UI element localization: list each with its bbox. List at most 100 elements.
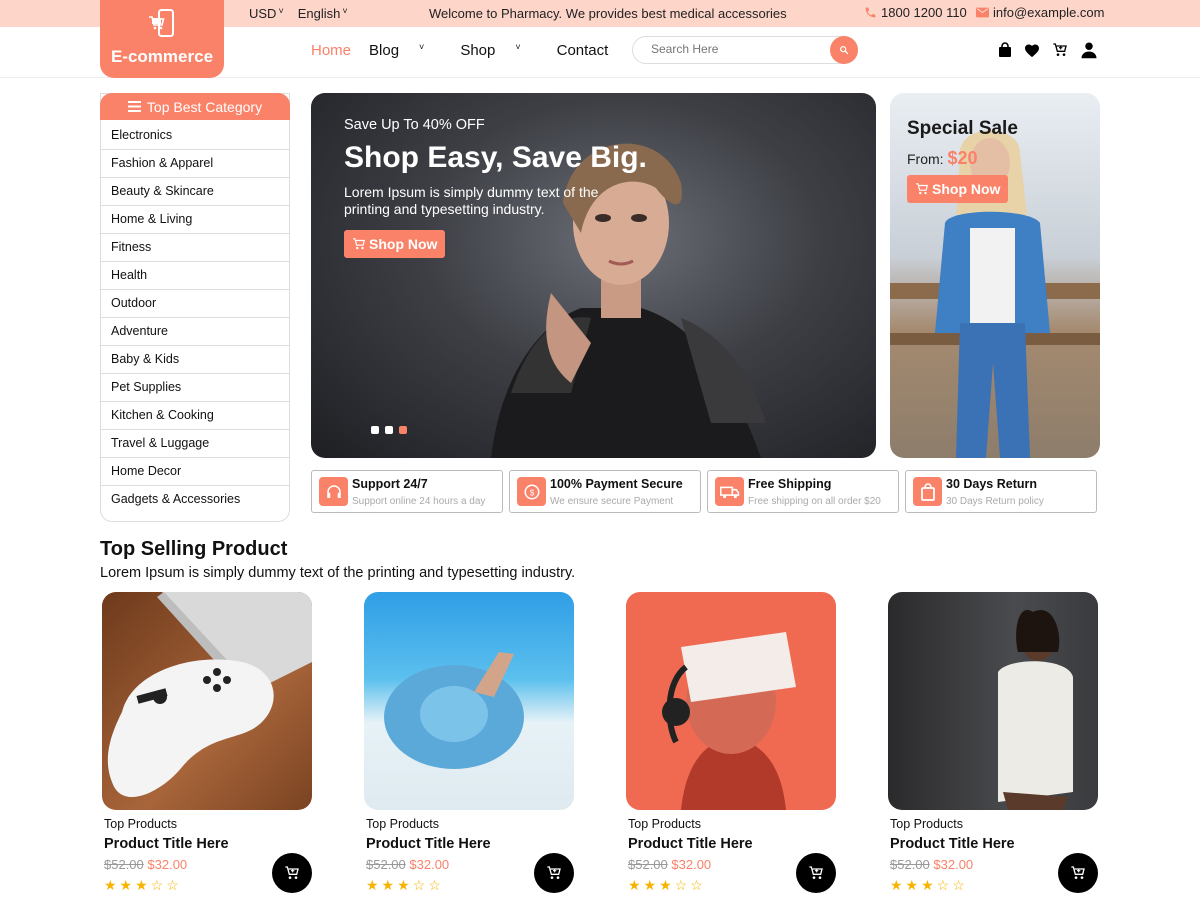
category-header[interactable]: Top Best Category [100,93,290,120]
currency-language: USD ˅ English ˅ [249,6,348,21]
product-rating: ★★★☆☆ [628,877,706,893]
feature-strip: Support 24/7 Support online 24 hours a d… [311,470,1097,513]
product-image-hat[interactable] [364,592,574,810]
category-item[interactable]: Fitness [101,234,289,262]
user-icon[interactable] [1080,41,1098,59]
search-input[interactable] [651,42,821,56]
heart-icon[interactable] [1024,43,1040,58]
product-price: $52.00 $32.00 [628,857,712,872]
sale-price: $20 [947,148,978,168]
product-category: Top Products [890,817,963,831]
feature-payment: $ 100% Payment Secure We ensure secure P… [509,470,701,513]
category-list: Electronics Fashion & Apparel Beauty & S… [101,122,289,514]
sale-price-line: From: $20 [907,148,978,168]
carousel-dot[interactable] [385,426,393,434]
category-item[interactable]: Travel & Luggage [101,430,289,458]
cart-icon[interactable] [1052,42,1068,58]
add-to-cart-button[interactable] [534,853,574,893]
cart-icon [285,866,299,879]
logo-text: E-commerce [110,47,214,66]
product-card[interactable]: Top Products Product Title Here $52.00 $… [102,592,314,893]
nav-shop[interactable]: Shop ˅ [460,42,538,59]
category-item[interactable]: Pet Supplies [101,374,289,402]
category-item[interactable]: Adventure [101,318,289,346]
search-button[interactable] [830,36,858,64]
product-rating: ★★★☆☆ [104,877,182,893]
product-price: $52.00 $32.00 [890,857,974,872]
bag-icon [913,477,942,506]
category-item[interactable]: Home & Living [101,206,289,234]
email-contact[interactable]: info@example.com [976,5,1104,20]
carousel-dots [371,426,407,434]
category-item[interactable]: Baby & Kids [101,346,289,374]
currency-select[interactable]: USD ˅ [249,6,284,21]
product-card[interactable]: Top Products Product Title Here $52.00 $… [364,592,576,893]
search-icon [840,46,849,55]
feature-return: 30 Days Return 30 Days Return policy [905,470,1097,513]
feature-support: Support 24/7 Support online 24 hours a d… [311,470,503,513]
menu-icon [127,101,141,112]
category-item[interactable]: Beauty & Skincare [101,178,289,206]
category-item[interactable]: Health [101,262,289,290]
product-title[interactable]: Product Title Here [366,836,491,852]
product-title[interactable]: Product Title Here [628,836,753,852]
cart-icon [547,866,561,879]
category-item[interactable]: Gadgets & Accessories [101,486,289,514]
hero-text: Lorem Ipsum is simply dummy text of the … [344,184,599,217]
add-to-cart-button[interactable] [796,853,836,893]
product-title[interactable]: Product Title Here [890,836,1015,852]
phone-contact[interactable]: 1800 1200 110 [864,5,967,20]
nav-blog[interactable]: Blog ˅ [369,42,442,59]
carousel-dot-active[interactable] [399,426,407,434]
hero-banner: Save Up To 40% OFF Shop Easy, Save Big. … [311,93,876,458]
category-title: Top Best Category [146,98,263,115]
product-category: Top Products [628,817,701,831]
add-to-cart-button[interactable] [1058,853,1098,893]
cart-icon [353,238,365,250]
search-box [632,36,858,64]
site-logo[interactable]: E-commerce [100,0,224,78]
svg-text:$: $ [529,488,534,497]
carousel-dot[interactable] [371,426,379,434]
language-select[interactable]: English ˅ [298,6,348,21]
product-rating: ★★★☆☆ [890,877,968,893]
product-image-vr[interactable] [626,592,836,810]
add-to-cart-button[interactable] [272,853,312,893]
category-item[interactable]: Kitchen & Cooking [101,402,289,430]
hero-shop-button[interactable]: Shop Now [344,230,446,258]
main-nav: Home Blog ˅ Shop ˅ Contact [311,42,626,59]
special-sale-banner: Special Sale From: $20 Shop Now [890,93,1100,458]
cart-icon [1071,866,1085,879]
product-card[interactable]: Top Products Product Title Here $52.00 $… [626,592,838,893]
product-category: Top Products [366,817,439,831]
product-image-dress[interactable] [888,592,1098,810]
headset-icon [319,477,348,506]
feature-shipping: Free Shipping Free shipping on all order… [707,470,899,513]
cart-icon [809,866,823,879]
email-address: info@example.com [993,5,1105,20]
phone-icon [865,7,876,18]
mail-icon [976,7,989,18]
product-rating: ★★★☆☆ [366,877,444,893]
section-subtitle: Lorem Ipsum is simply dummy text of the … [100,565,576,581]
category-item[interactable]: Home Decor [101,458,289,486]
category-item[interactable]: Outdoor [101,290,289,318]
bag-icon[interactable] [998,42,1012,58]
hero-eyebrow: Save Up To 40% OFF [344,117,485,133]
category-item[interactable]: Fashion & Apparel [101,150,289,178]
category-item[interactable]: Electronics [101,122,289,150]
nav-contact[interactable]: Contact [557,42,609,59]
sale-shop-button[interactable]: Shop Now [907,175,1009,203]
hero-title: Shop Easy, Save Big. [344,141,647,174]
nav-home[interactable]: Home [311,42,351,59]
product-card[interactable]: Top Products Product Title Here $52.00 $… [888,592,1100,893]
sale-title: Special Sale [907,118,1018,139]
truck-icon [715,477,744,506]
product-image-controller[interactable] [102,592,312,810]
phone-cart-icon [149,9,174,37]
welcome-text: Welcome to Pharmacy. We provides best me… [429,6,787,21]
product-title[interactable]: Product Title Here [104,836,229,852]
phone-number: 1800 1200 110 [881,5,967,20]
product-price: $52.00 $32.00 [104,857,188,872]
coin-icon: $ [517,477,546,506]
